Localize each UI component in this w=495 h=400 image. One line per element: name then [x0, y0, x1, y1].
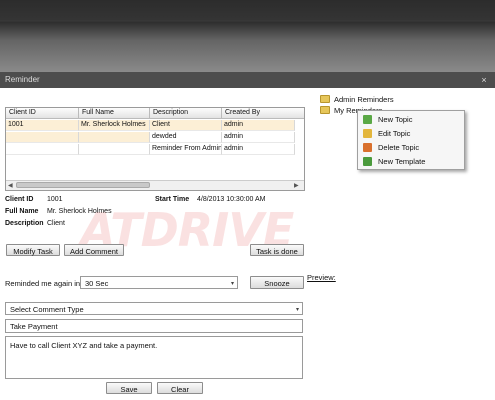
comment-type-placeholder: Select Comment Type: [10, 305, 84, 314]
scrollbar-thumb[interactable]: [16, 182, 150, 188]
task-done-button[interactable]: Task is done: [250, 244, 304, 256]
menu-item-new-template[interactable]: New Template: [358, 155, 464, 168]
remind-interval-select[interactable]: 30 Sec ▾: [80, 276, 238, 289]
tree-item-admin-reminders[interactable]: Admin Reminders: [334, 95, 394, 104]
menu-item-label: Delete Topic: [378, 143, 420, 152]
grid-cell[interactable]: [6, 144, 79, 155]
start-time-value: 4/8/2013 10:30:00 AM: [197, 196, 266, 203]
top-chrome: [0, 0, 495, 72]
reminders-grid[interactable]: Client ID Full Name Description Created …: [5, 107, 305, 191]
grid-cell[interactable]: admin: [222, 144, 295, 155]
client-id-label: Client ID: [5, 196, 34, 203]
grid-header-full-name[interactable]: Full Name: [79, 108, 150, 119]
preview-link[interactable]: Preview:: [307, 273, 336, 282]
start-time-label: Start Time: [155, 196, 190, 203]
grid-header-client-id[interactable]: Client ID: [6, 108, 79, 119]
dropdown-arrow-icon: ▾: [295, 307, 299, 313]
description-value: Client: [47, 220, 65, 227]
remind-interval-value: 30 Sec: [85, 279, 109, 288]
scroll-right-icon[interactable]: ▶: [294, 182, 299, 189]
window-title: Reminder: [0, 72, 495, 88]
new-topic-icon: [363, 115, 372, 124]
remind-label: Reminded me again in: [5, 279, 81, 288]
close-icon[interactable]: ×: [478, 72, 490, 88]
comment-type-select[interactable]: Select Comment Type ▾: [5, 302, 303, 315]
client-id-value: 1001: [47, 196, 63, 203]
grid-cell[interactable]: [6, 132, 79, 143]
grid-header-description[interactable]: Description: [150, 108, 222, 119]
add-comment-button[interactable]: Add Comment: [64, 244, 124, 256]
grid-cell[interactable]: admin: [222, 120, 295, 131]
grid-cell[interactable]: [79, 144, 150, 155]
modify-task-button[interactable]: Modify Task: [6, 244, 60, 256]
grid-cell[interactable]: dewded: [150, 132, 222, 143]
grid-cell[interactable]: admin: [222, 132, 295, 143]
context-menu: New Topic Edit Topic Delete Topic New Te…: [357, 110, 465, 170]
comment-body-textarea[interactable]: Have to call Client XYZ and take a payme…: [5, 336, 303, 379]
menu-item-label: New Template: [378, 157, 426, 166]
comment-subject-input[interactable]: Take Payment: [5, 319, 303, 333]
grid-header-created-by[interactable]: Created By: [222, 108, 304, 119]
new-template-icon: [363, 157, 372, 166]
clear-button[interactable]: Clear: [157, 382, 203, 394]
menu-item-new-topic[interactable]: New Topic: [358, 113, 464, 126]
grid-cell[interactable]: Client: [150, 120, 222, 131]
scroll-left-icon[interactable]: ◀: [8, 182, 13, 189]
menu-item-label: Edit Topic: [378, 129, 411, 138]
dropdown-arrow-icon: ▾: [230, 281, 234, 287]
grid-cell[interactable]: [79, 132, 150, 143]
save-button[interactable]: Save: [106, 382, 152, 394]
watermark: ATDRIVE: [80, 203, 294, 257]
grid-cell[interactable]: Mr. Sherlock Holmes: [79, 120, 150, 131]
grid-cell[interactable]: Reminder From Admin: [150, 144, 222, 155]
folder-icon: [320, 95, 330, 103]
menu-item-edit-topic[interactable]: Edit Topic: [358, 127, 464, 140]
menu-item-delete-topic[interactable]: Delete Topic: [358, 141, 464, 154]
full-name-label: Full Name: [5, 208, 39, 215]
description-label: Description: [5, 220, 44, 227]
menu-item-label: New Topic: [378, 115, 413, 124]
edit-topic-icon: [363, 129, 372, 138]
folder-icon: [320, 106, 330, 114]
grid-cell[interactable]: 1001: [6, 120, 79, 131]
delete-topic-icon: [363, 143, 372, 152]
snooze-button[interactable]: Snooze: [250, 276, 304, 289]
